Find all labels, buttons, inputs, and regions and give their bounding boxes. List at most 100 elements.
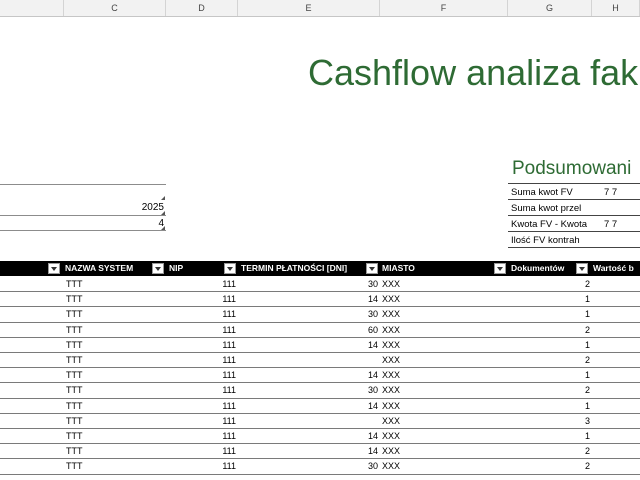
cell-term[interactable]: 14 bbox=[238, 338, 378, 352]
cell-city[interactable]: XXX bbox=[382, 307, 400, 321]
cell-nip[interactable]: 111 bbox=[166, 368, 236, 382]
cell-system[interactable]: TTT bbox=[66, 444, 83, 458]
cell-system[interactable]: TTT bbox=[66, 383, 83, 397]
cell-city[interactable]: XXX bbox=[382, 353, 400, 367]
column-header-c[interactable]: C bbox=[64, 0, 166, 16]
cell-system[interactable]: TTT bbox=[66, 414, 83, 428]
cell-nip[interactable]: 111 bbox=[166, 383, 236, 397]
cell-system[interactable]: TTT bbox=[66, 292, 83, 306]
summary-row[interactable]: Kwota FV - Kwota 7 7 bbox=[508, 217, 640, 232]
table-row[interactable]: TTT 111 30 XXX 1 bbox=[0, 307, 640, 323]
cell-nip[interactable]: 111 bbox=[166, 338, 236, 352]
filter-dropdown-icon[interactable] bbox=[152, 263, 164, 274]
cell-city[interactable]: XXX bbox=[382, 383, 400, 397]
cell-system[interactable]: TTT bbox=[66, 459, 83, 473]
cell-city[interactable]: XXX bbox=[382, 399, 400, 413]
column-header-g[interactable]: G bbox=[508, 0, 592, 16]
cell-city[interactable]: XXX bbox=[382, 459, 400, 473]
filter-dropdown-icon[interactable] bbox=[494, 263, 506, 274]
cell-nip[interactable]: 111 bbox=[166, 429, 236, 443]
table-row[interactable]: TTT 111 14 XXX 1 bbox=[0, 399, 640, 414]
table-row[interactable]: TTT 111 30 XXX 2 bbox=[0, 277, 640, 293]
param-year[interactable]: 2025 bbox=[0, 202, 164, 214]
cell-docs[interactable]: 2 bbox=[508, 383, 590, 397]
cell-term[interactable]: 14 bbox=[238, 399, 378, 413]
cell-city[interactable]: XXX bbox=[382, 414, 400, 428]
cell-docs[interactable]: 1 bbox=[508, 399, 590, 413]
cell-city[interactable]: XXX bbox=[382, 444, 400, 458]
table-row[interactable]: TTT 111 14 XXX 2 bbox=[0, 444, 640, 460]
cell-nip[interactable]: 111 bbox=[166, 414, 236, 428]
cell-city[interactable]: XXX bbox=[382, 368, 400, 382]
cell-docs[interactable]: 2 bbox=[508, 277, 590, 291]
cell-nip[interactable]: 111 bbox=[166, 323, 236, 337]
cell-system[interactable]: TTT bbox=[66, 429, 83, 443]
cell-term[interactable]: 14 bbox=[238, 429, 378, 443]
cell-docs[interactable]: 2 bbox=[508, 444, 590, 458]
cell-docs[interactable]: 1 bbox=[508, 292, 590, 306]
cell-system[interactable]: TTT bbox=[66, 323, 83, 337]
table-row[interactable]: TTT 111 14 XXX 1 bbox=[0, 368, 640, 384]
cell-docs[interactable]: 1 bbox=[508, 338, 590, 352]
table-row[interactable]: TTT 111 30 XXX 2 bbox=[0, 383, 640, 399]
cell-term[interactable]: 14 bbox=[238, 444, 378, 458]
cell-term[interactable]: 30 bbox=[238, 277, 378, 291]
filter-dropdown-icon[interactable] bbox=[366, 263, 378, 274]
column-header-e[interactable]: E bbox=[238, 0, 380, 16]
cell-docs[interactable]: 1 bbox=[508, 368, 590, 382]
cell-system[interactable]: TTT bbox=[66, 368, 83, 382]
cell-docs[interactable]: 2 bbox=[508, 353, 590, 367]
cell-city[interactable]: XXX bbox=[382, 429, 400, 443]
cell-city[interactable]: XXX bbox=[382, 277, 400, 291]
filter-dropdown-icon[interactable] bbox=[48, 263, 60, 274]
cell-system[interactable]: TTT bbox=[66, 353, 83, 367]
filter-dropdown-icon[interactable] bbox=[224, 263, 236, 274]
cell-system[interactable]: TTT bbox=[66, 399, 83, 413]
cell-nip[interactable]: 111 bbox=[166, 307, 236, 321]
table-row[interactable]: TTT 111 XXX 2 bbox=[0, 353, 640, 369]
cell-docs[interactable]: 1 bbox=[508, 307, 590, 321]
cell-nip[interactable]: 111 bbox=[166, 444, 236, 458]
column-header-h[interactable]: H bbox=[592, 0, 640, 16]
cell-city[interactable]: XXX bbox=[382, 338, 400, 352]
column-header-d[interactable]: D bbox=[166, 0, 238, 16]
table-row[interactable]: TTT 111 14 XXX 1 bbox=[0, 338, 640, 353]
cell-system[interactable]: TTT bbox=[66, 277, 83, 291]
cell-nip[interactable]: 111 bbox=[166, 459, 236, 473]
summary-row[interactable]: Suma kwot przel bbox=[508, 201, 640, 216]
summary-label: Kwota FV - Kwota bbox=[511, 219, 588, 230]
cell-term[interactable]: 60 bbox=[238, 323, 378, 337]
param-month[interactable]: 4 bbox=[0, 218, 164, 230]
cell-docs[interactable]: 2 bbox=[508, 459, 590, 473]
cell-nip[interactable]: 111 bbox=[166, 277, 236, 291]
cell-nip[interactable]: 111 bbox=[166, 399, 236, 413]
cell-term[interactable]: 30 bbox=[238, 307, 378, 321]
cell-city[interactable]: XXX bbox=[382, 323, 400, 337]
header-nip: NIP bbox=[169, 263, 184, 273]
column-header-strip: C D E F G H bbox=[0, 0, 640, 17]
cell-city[interactable]: XXX bbox=[382, 292, 400, 306]
cell-term[interactable]: 30 bbox=[238, 383, 378, 397]
cell-docs[interactable]: 1 bbox=[508, 429, 590, 443]
cell-nip[interactable]: 111 bbox=[166, 292, 236, 306]
cell-system[interactable]: TTT bbox=[66, 307, 83, 321]
header-city: MIASTO bbox=[382, 263, 415, 273]
column-header-blank[interactable] bbox=[0, 0, 64, 16]
cell-docs[interactable]: 3 bbox=[508, 414, 590, 428]
cell-system[interactable]: TTT bbox=[66, 338, 83, 352]
filter-dropdown-icon[interactable] bbox=[576, 263, 588, 274]
column-header-f[interactable]: F bbox=[380, 0, 508, 16]
cell-term[interactable]: 14 bbox=[238, 292, 378, 306]
table-row[interactable]: TTT 111 60 XXX 2 bbox=[0, 323, 640, 338]
cell-docs[interactable]: 2 bbox=[508, 323, 590, 337]
cell-nip[interactable]: 111 bbox=[166, 353, 236, 367]
summary-row[interactable]: Suma kwot FV 7 7 bbox=[508, 185, 640, 200]
cell-term[interactable]: 30 bbox=[238, 459, 378, 473]
cell-term[interactable]: 14 bbox=[238, 368, 378, 382]
header-system: NAZWA SYSTEM bbox=[65, 263, 134, 273]
table-row[interactable]: TTT 111 14 XXX 1 bbox=[0, 429, 640, 445]
table-row[interactable]: TTT 111 XXX 3 bbox=[0, 414, 640, 429]
table-row[interactable]: TTT 111 14 XXX 1 bbox=[0, 292, 640, 308]
summary-row[interactable]: Ilość FV kontrah bbox=[508, 233, 640, 248]
table-row[interactable]: TTT 111 30 XXX 2 bbox=[0, 459, 640, 475]
